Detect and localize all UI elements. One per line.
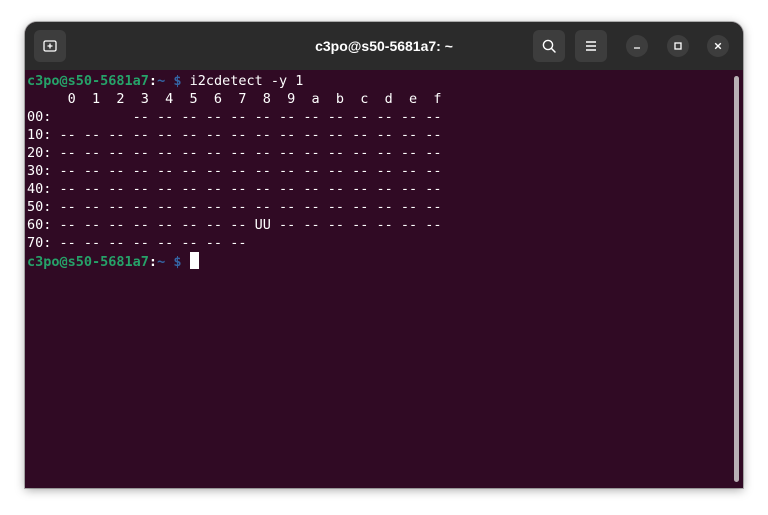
output-line-70: 70: -- -- -- -- -- -- -- -- — [27, 235, 247, 251]
hamburger-menu-icon — [586, 41, 596, 51]
menu-button[interactable] — [575, 30, 607, 62]
output-line-20: 20: -- -- -- -- -- -- -- -- -- -- -- -- … — [27, 145, 442, 161]
close-button[interactable] — [707, 35, 729, 57]
terminal-window: c3po@s50-5681a7: ~ c3po@s50-5681a7:~ $ i… — [25, 22, 743, 488]
search-button[interactable] — [533, 30, 565, 62]
prompt-colon: : — [148, 254, 158, 270]
output-line-00: 00: -- -- -- -- -- -- -- -- -- -- -- -- … — [27, 109, 442, 125]
title-bar[interactable]: c3po@s50-5681a7: ~ — [25, 22, 743, 70]
output-line-10: 10: -- -- -- -- -- -- -- -- -- -- -- -- … — [27, 127, 442, 143]
command-text: i2cdetect -y 1 — [181, 73, 304, 89]
output-line-40: 40: -- -- -- -- -- -- -- -- -- -- -- -- … — [27, 181, 442, 197]
prompt-user-host: c3po@s50-5681a7 — [27, 254, 149, 270]
prompt-user-host: c3po@s50-5681a7 — [27, 73, 149, 89]
output-line-50: 50: -- -- -- -- -- -- -- -- -- -- -- -- … — [27, 199, 442, 215]
new-tab-button[interactable] — [34, 30, 66, 62]
command-line: c3po@s50-5681a7:~ $ i2cdetect -y 1 — [27, 72, 743, 90]
prompt-colon: : — [148, 73, 158, 89]
new-tab-icon — [43, 40, 57, 52]
output-line-60: 60: -- -- -- -- -- -- -- -- UU -- -- -- … — [27, 217, 442, 233]
maximize-button[interactable] — [667, 35, 689, 57]
prompt-path: ~ — [157, 73, 166, 89]
search-icon — [542, 39, 556, 53]
terminal-area[interactable]: c3po@s50-5681a7:~ $ i2cdetect -y 1 0 1 2… — [25, 70, 743, 488]
prompt-line: c3po@s50-5681a7:~ $ — [27, 252, 743, 271]
prompt-path: ~ — [157, 254, 166, 270]
minimize-icon — [634, 47, 640, 49]
text-cursor — [189, 252, 199, 269]
output-line-30: 30: -- -- -- -- -- -- -- -- -- -- -- -- … — [27, 163, 442, 179]
minimize-button[interactable] — [626, 35, 648, 57]
output-line-header: 0 1 2 3 4 5 6 7 8 9 a b c d e f — [27, 91, 442, 107]
scrollbar[interactable] — [734, 76, 739, 482]
maximize-icon — [674, 42, 682, 50]
close-icon — [714, 42, 722, 50]
prompt-dollar: $ — [173, 254, 182, 270]
